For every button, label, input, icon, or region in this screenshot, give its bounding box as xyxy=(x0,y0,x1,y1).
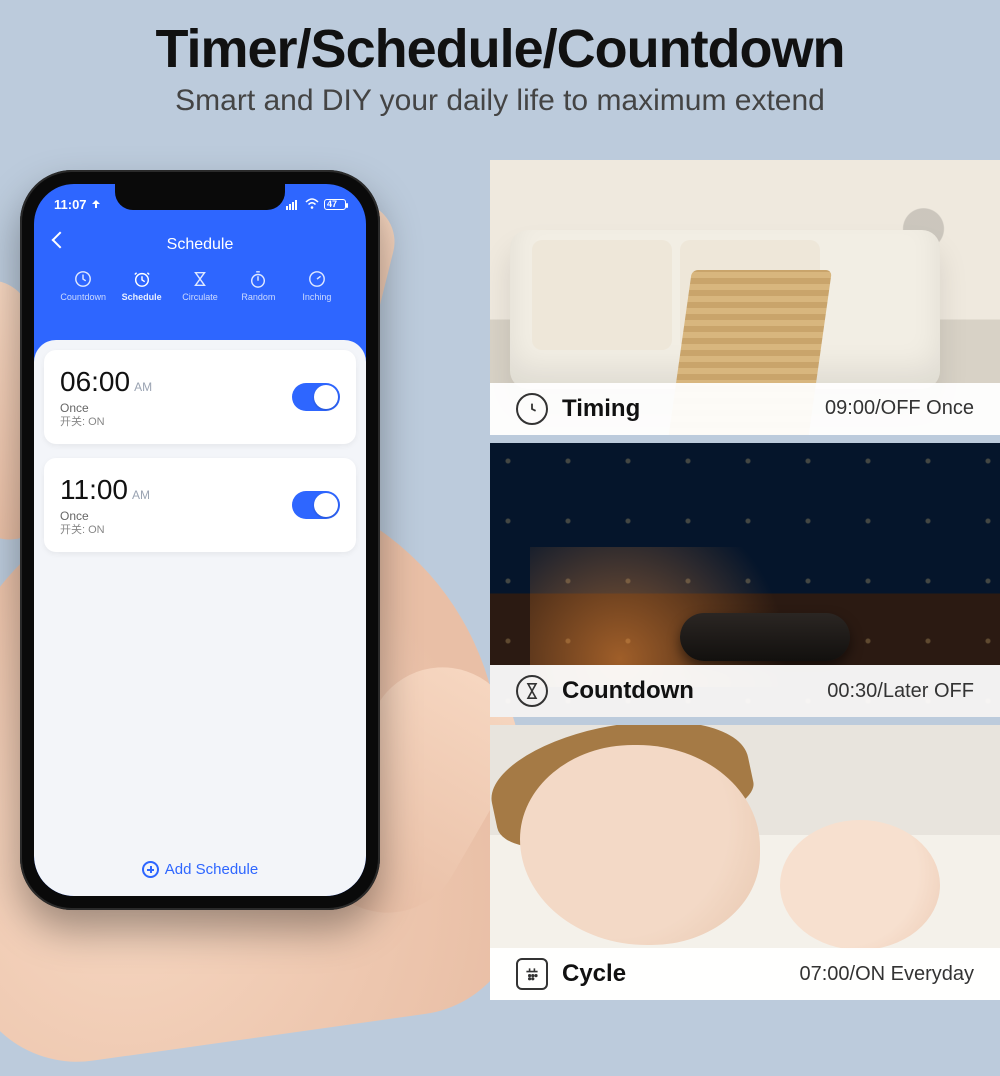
wifi-icon xyxy=(305,198,319,210)
schedule-list: 06:00 AM Once 开关: ON 11:00 AM xyxy=(34,340,366,896)
hourglass-icon xyxy=(516,675,548,707)
schedule-item[interactable]: 06:00 AM Once 开关: ON xyxy=(44,350,356,444)
location-icon xyxy=(91,199,101,209)
calendar-icon xyxy=(516,958,548,990)
plus-icon xyxy=(142,861,159,878)
tab-circulate[interactable]: Circulate xyxy=(171,270,229,302)
add-schedule-button[interactable]: Add Schedule xyxy=(34,861,366,878)
panel-timing: Timing 09:00/OFF Once xyxy=(490,160,1000,435)
page-subtitle: Smart and DIY your daily life to maximum… xyxy=(0,84,1000,118)
schedule-repeat: Once xyxy=(60,401,152,416)
panel-desc: 07:00/ON Everyday xyxy=(799,963,974,986)
schedule-time: 06:00 xyxy=(60,364,130,399)
page-title: Timer/Schedule/Countdown xyxy=(0,18,1000,80)
panel-label: Cycle xyxy=(562,960,626,988)
clock-icon xyxy=(516,393,548,425)
signal-icon xyxy=(286,198,300,210)
phone-screen: 11:07 47 Schedule xyxy=(34,184,366,896)
phone-notch xyxy=(115,184,285,210)
schedule-toggle[interactable] xyxy=(292,383,340,411)
tab-countdown[interactable]: Countdown xyxy=(54,270,112,302)
panel-desc: 00:30/Later OFF xyxy=(827,680,974,703)
schedule-repeat: Once xyxy=(60,509,150,524)
clock-icon xyxy=(74,270,92,288)
alarm-icon xyxy=(133,270,151,288)
hourglass-icon xyxy=(191,270,209,288)
schedule-ampm: AM xyxy=(134,380,152,395)
panel-desc: 09:00/OFF Once xyxy=(825,397,974,420)
panel-countdown: Countdown 00:30/Later OFF xyxy=(490,443,1000,718)
status-time: 11:07 xyxy=(54,197,87,212)
phone-frame: 11:07 47 Schedule xyxy=(20,170,380,910)
panel-label: Countdown xyxy=(562,677,694,705)
tab-schedule[interactable]: Schedule xyxy=(112,270,170,302)
back-button[interactable] xyxy=(52,232,69,249)
schedule-switch: 开关: ON xyxy=(60,416,152,430)
battery-icon: 47 xyxy=(324,199,346,210)
schedule-ampm: AM xyxy=(132,488,150,503)
tab-inching[interactable]: Inching xyxy=(288,270,346,302)
schedule-switch: 开关: ON xyxy=(60,524,150,538)
schedule-time: 11:00 xyxy=(60,472,128,507)
hand-holding-phone: 11:07 47 Schedule xyxy=(0,160,500,1040)
stopwatch-icon xyxy=(249,270,267,288)
schedule-item[interactable]: 11:00 AM Once 开关: ON xyxy=(44,458,356,552)
panel-label: Timing xyxy=(562,395,640,423)
panel-cycle: Cycle 07:00/ON Everyday xyxy=(490,725,1000,1000)
tab-random[interactable]: Random xyxy=(229,270,287,302)
screen-title: Schedule xyxy=(167,236,234,254)
timer-icon xyxy=(308,270,326,288)
schedule-toggle[interactable] xyxy=(292,491,340,519)
